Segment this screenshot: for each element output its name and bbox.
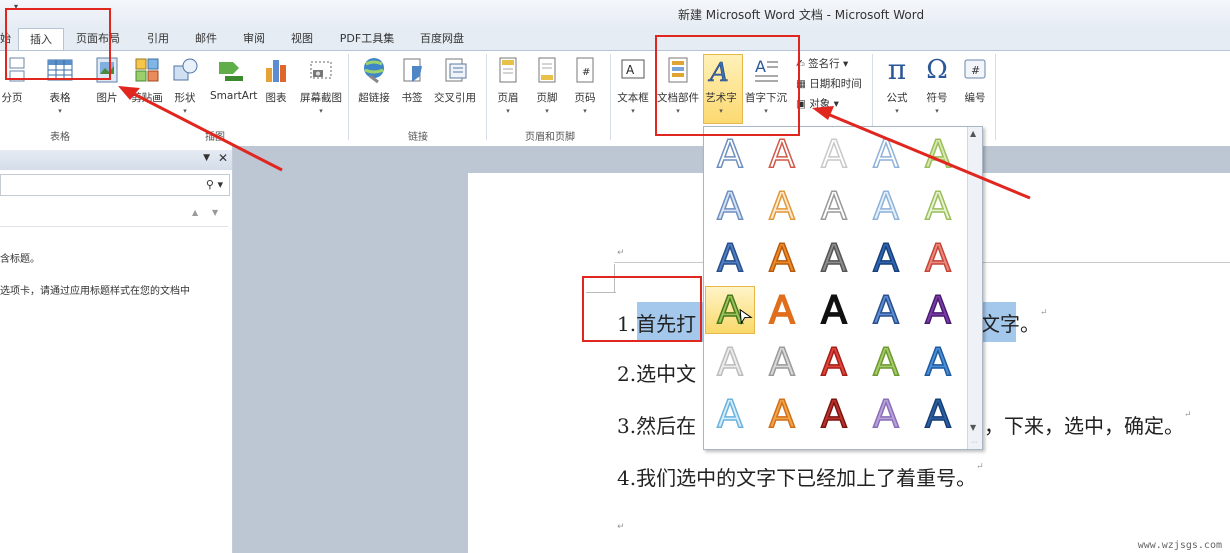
watermark: www.wzjsgs.com <box>1137 540 1222 551</box>
annotation-arrows <box>118 86 1031 200</box>
